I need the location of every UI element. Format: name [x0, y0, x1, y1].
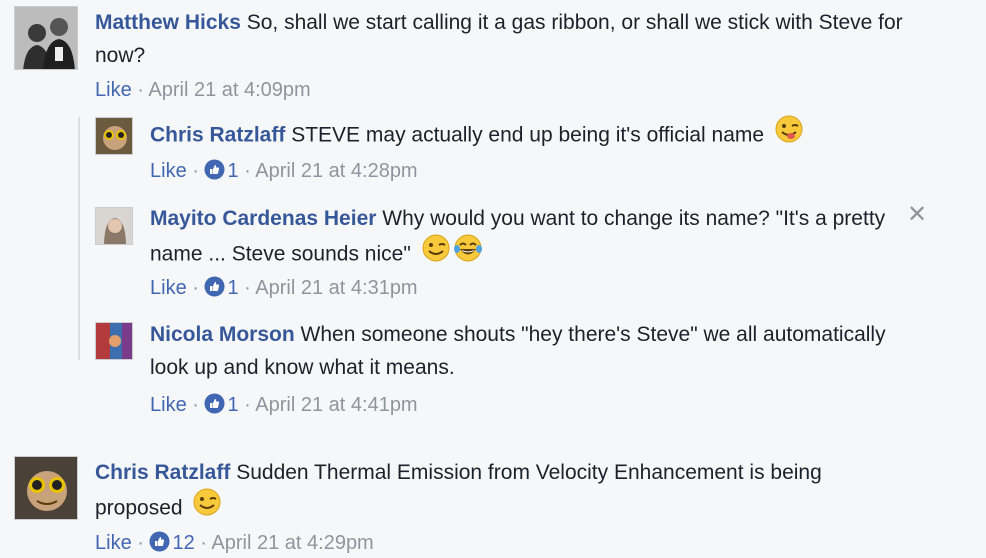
- like-button[interactable]: Like: [150, 394, 187, 416]
- author-name[interactable]: Matthew Hicks: [95, 11, 241, 34]
- meta-separator: ·: [238, 394, 256, 416]
- meta-separator: ·: [186, 160, 205, 182]
- like-reaction-icon[interactable]: [149, 531, 170, 552]
- wink-emoji-icon: [192, 487, 222, 527]
- comment-meta: Like · April 21 at 4:09pm: [95, 78, 311, 102]
- meta-separator: ·: [131, 79, 149, 101]
- comment-meta: Like · 1 · April 21 at 4:28pm: [150, 159, 418, 183]
- couple-photo-icon: [15, 7, 77, 69]
- tears-of-joy-emoji-icon: [453, 233, 483, 273]
- avatar-mayito-cardenas-heier[interactable]: [95, 207, 133, 245]
- like-reaction-icon[interactable]: [204, 393, 225, 414]
- wink-emoji-icon: [421, 233, 451, 273]
- profile-photo-icon: [15, 457, 77, 519]
- like-reaction-icon[interactable]: [204, 159, 225, 180]
- author-name[interactable]: Chris Ratzlaff: [95, 461, 230, 484]
- comment-meta: Like · 1 · April 21 at 4:31pm: [150, 276, 418, 300]
- comment-text-block: Chris Ratzlaff STEVE may actually end up…: [150, 114, 950, 156]
- reaction-count[interactable]: 12: [172, 532, 194, 554]
- like-button[interactable]: Like: [150, 160, 187, 182]
- timestamp[interactable]: April 21 at 4:31pm: [255, 277, 417, 299]
- avatar-chris-ratzlaff[interactable]: [95, 117, 133, 155]
- avatar-nicola-morson[interactable]: [95, 322, 133, 360]
- author-name[interactable]: Nicola Morson: [150, 323, 295, 346]
- comment-body: STEVE may actually end up being it's off…: [291, 123, 765, 147]
- author-name[interactable]: Mayito Cardenas Heier: [150, 207, 376, 230]
- like-reaction-icon[interactable]: [204, 276, 225, 297]
- profile-photo-icon: [96, 323, 132, 359]
- timestamp[interactable]: April 21 at 4:28pm: [255, 160, 417, 182]
- remove-comment-close-icon[interactable]: ✕: [907, 203, 927, 227]
- meta-separator: ·: [186, 277, 205, 299]
- profile-photo-icon: [96, 118, 132, 154]
- comment-text-block: Nicola Morson When someone shouts "hey t…: [150, 318, 890, 384]
- comment-meta: Like · 12 · April 21 at 4:29pm: [95, 531, 374, 555]
- comment-text-block: Chris Ratzlaff Sudden Thermal Emission f…: [95, 456, 895, 529]
- profile-photo-icon: [96, 208, 132, 244]
- timestamp[interactable]: April 21 at 4:41pm: [255, 394, 417, 416]
- meta-separator: ·: [194, 532, 212, 554]
- reaction-count[interactable]: 1: [227, 394, 238, 416]
- avatar-chris-ratzlaff[interactable]: [14, 456, 78, 520]
- like-button[interactable]: Like: [95, 532, 132, 554]
- reply-thread-rail: [78, 117, 80, 360]
- winking-tongue-emoji-icon: [774, 114, 804, 154]
- meta-separator: ·: [186, 394, 205, 416]
- author-name[interactable]: Chris Ratzlaff: [150, 124, 285, 147]
- meta-separator: ·: [238, 160, 256, 182]
- avatar-matthew-hicks[interactable]: [14, 6, 78, 70]
- like-button[interactable]: Like: [150, 277, 187, 299]
- reaction-count[interactable]: 1: [227, 277, 238, 299]
- meta-separator: ·: [131, 532, 150, 554]
- reaction-count[interactable]: 1: [227, 160, 238, 182]
- meta-separator: ·: [238, 277, 256, 299]
- comment-text-block: Matthew Hicks So, shall we start calling…: [95, 6, 955, 72]
- comment-meta: Like · 1 · April 21 at 4:41pm: [150, 393, 418, 417]
- timestamp[interactable]: April 21 at 4:29pm: [211, 532, 373, 554]
- comment-text-block: Mayito Cardenas Heier Why would you want…: [150, 202, 906, 275]
- timestamp[interactable]: April 21 at 4:09pm: [148, 79, 310, 101]
- like-button[interactable]: Like: [95, 79, 132, 101]
